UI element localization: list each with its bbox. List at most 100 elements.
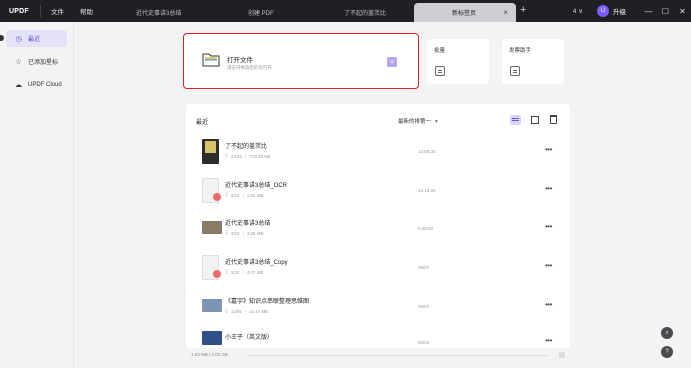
sidebar-item-label: 已添加星标 <box>28 60 59 66</box>
close-icon[interactable]: × <box>503 8 508 17</box>
maximize-button[interactable]: ☐ <box>657 7 674 16</box>
trash-icon[interactable] <box>550 115 557 124</box>
clock-icon: ◷ <box>15 35 22 43</box>
minimize-button[interactable]: — <box>640 7 657 16</box>
file-time: 5:48:43 <box>418 226 434 231</box>
upgrade-button[interactable]: U 升级 <box>597 5 626 17</box>
file-size: 14.44 MB <box>248 308 269 314</box>
list-item[interactable]: 了不起的盖茨比 ▯ 2/193 | 773.38 KB 14:55:30 ••• <box>186 137 570 173</box>
app-logo: UPDF <box>9 7 29 15</box>
list-item[interactable]: 近代史事讲3总结_Copy ▯ 2/22 | 4.07 MB 05/07 ••• <box>186 253 570 289</box>
sidebar-item-cloud[interactable]: ☁ UPDF Cloud <box>6 76 67 93</box>
star-icon: ☆ <box>15 58 22 66</box>
status-bar: 1.63 MB | 2.00 GB <box>186 349 570 361</box>
title-bar: UPDF 文件 帮助 近代史事讲3总结 创建 PDF 了不起的盖茨比 新标签页 … <box>0 0 691 22</box>
tab-counter-value: 4 <box>572 8 577 15</box>
file-thumbnail <box>202 255 221 280</box>
file-thumbnail <box>202 299 222 312</box>
list-item[interactable]: 近代史事讲3总结 ▯ 3/22 | 4.05 MB 5:48:43 ••• <box>186 214 570 250</box>
grid-view-icon[interactable] <box>531 116 539 124</box>
more-icon[interactable]: ••• <box>545 261 552 270</box>
meta-separator: | <box>242 269 244 275</box>
meta-separator: | <box>244 308 246 314</box>
sidebar: ◷ 最近 ☆ 已添加星标 ☁ UPDF Cloud <box>0 22 74 368</box>
page-icon: ▯ <box>225 269 228 275</box>
add-file-button[interactable]: + <box>387 57 397 67</box>
file-time: 05/07 <box>418 304 430 309</box>
sort-dropdown[interactable]: 最新的排第一 ▾ <box>398 117 438 125</box>
sidebar-toggle[interactable] <box>0 35 4 41</box>
sidebar-item-recent[interactable]: ◷ 最近 <box>6 30 67 47</box>
chevron-down-icon: ∨ <box>578 8 583 15</box>
file-thumbnail <box>202 331 222 345</box>
folder-icon <box>202 53 220 67</box>
tab-label: 近代史事讲3总结 <box>136 11 182 17</box>
meta-separator: | <box>245 153 247 159</box>
file-time: 05/04 <box>418 340 430 345</box>
invoice-icon <box>510 66 520 76</box>
file-pages: 3/22 <box>230 230 240 236</box>
invoice-assistant-label: 发票助手 <box>509 48 532 54</box>
recent-title: 最近 <box>196 120 209 126</box>
divider <box>40 5 41 17</box>
open-file-card[interactable]: 打开文件 请支持拖放您的您打开 + <box>183 33 419 89</box>
sidebar-item-starred[interactable]: ☆ 已添加星标 <box>6 53 67 70</box>
more-icon[interactable]: ••• <box>545 300 552 309</box>
sort-label: 最新的排第一 <box>398 119 432 125</box>
open-file-title: 打开文件 <box>227 57 253 64</box>
list-item[interactable]: 小王子（英文版） 05/04 ••• <box>186 328 570 348</box>
list-item[interactable]: 近代史事讲3总结_OCR ▯ 3/22 | 1.04 MB 14:18:34 ••• <box>186 176 570 212</box>
page-icon: ▯ <box>225 308 228 314</box>
file-time: 14:18:34 <box>418 188 436 193</box>
search-button[interactable]: ⌕ <box>661 327 673 339</box>
more-icon[interactable]: ••• <box>545 222 552 231</box>
menu-file[interactable]: 文件 <box>43 6 72 16</box>
batch-card[interactable]: 批量 <box>427 39 489 84</box>
file-meta: ▯ 3/22 | 4.05 MB <box>225 230 263 236</box>
close-icon[interactable] <box>559 352 565 358</box>
more-icon[interactable]: ••• <box>545 336 552 345</box>
file-pages: 2/193 <box>230 153 243 159</box>
tab-document[interactable]: 近代史事讲3总结 <box>126 3 232 22</box>
page-icon: ▯ <box>225 192 228 198</box>
upgrade-label: 升级 <box>613 9 626 16</box>
more-icon[interactable]: ••• <box>545 145 552 154</box>
help-icon: ? <box>665 349 669 355</box>
tab-new[interactable]: 新标签页 × <box>414 3 516 22</box>
file-name: 近代史事讲3总结 <box>225 221 271 227</box>
caret-down-icon: ▾ <box>435 119 438 125</box>
file-pages: 3/22 <box>230 192 240 198</box>
file-meta: ▯ 3/22 | 1.04 MB <box>225 192 263 198</box>
storage-progress <box>248 355 548 356</box>
more-icon[interactable]: ••• <box>545 184 552 193</box>
tab-gatsby[interactable]: 了不起的盖茨比 <box>334 3 412 22</box>
menu-help[interactable]: 帮助 <box>72 6 101 16</box>
tab-label: 创建 PDF <box>248 11 274 17</box>
search-icon: ⌕ <box>665 329 669 336</box>
file-name: 《嘉宇》知识点串联整理思维图 <box>225 299 310 305</box>
list-view-icon[interactable] <box>510 115 521 125</box>
file-thumbnail <box>202 139 219 164</box>
tab-label: 新标签页 <box>452 11 477 17</box>
storage-usage: 1.63 MB | 2.00 GB <box>191 352 228 357</box>
new-tab-button[interactable]: + <box>520 4 526 16</box>
list-item[interactable]: 《嘉宇》知识点串联整理思维图 ▯ 11/85 | 14.44 MB 05/07 ••• <box>186 292 570 328</box>
file-pages: 11/85 <box>230 308 242 314</box>
file-time: 05/07 <box>418 265 430 270</box>
file-name: 近代史事讲3总结_OCR <box>225 183 288 189</box>
file-name: 小王子（英文版） <box>225 335 274 341</box>
cloud-icon: ☁ <box>15 81 22 89</box>
invoice-assistant-card[interactable]: 发票助手 <box>502 39 564 84</box>
file-thumbnail <box>202 221 222 234</box>
page-icon: ▯ <box>225 230 228 236</box>
tab-counter[interactable]: 4 ∨ <box>573 7 583 15</box>
help-button[interactable]: ? <box>661 346 673 358</box>
file-size: 4.05 MB <box>246 230 264 236</box>
close-window-button[interactable]: ✕ <box>674 7 691 16</box>
file-size: 4.07 MB <box>246 269 264 275</box>
meta-separator: | <box>242 230 244 236</box>
tab-create-pdf[interactable]: 创建 PDF <box>238 3 332 22</box>
meta-separator: | <box>242 192 244 198</box>
file-meta: ▯ 2/22 | 4.07 MB <box>225 269 263 275</box>
pdf-badge-icon <box>213 193 221 201</box>
